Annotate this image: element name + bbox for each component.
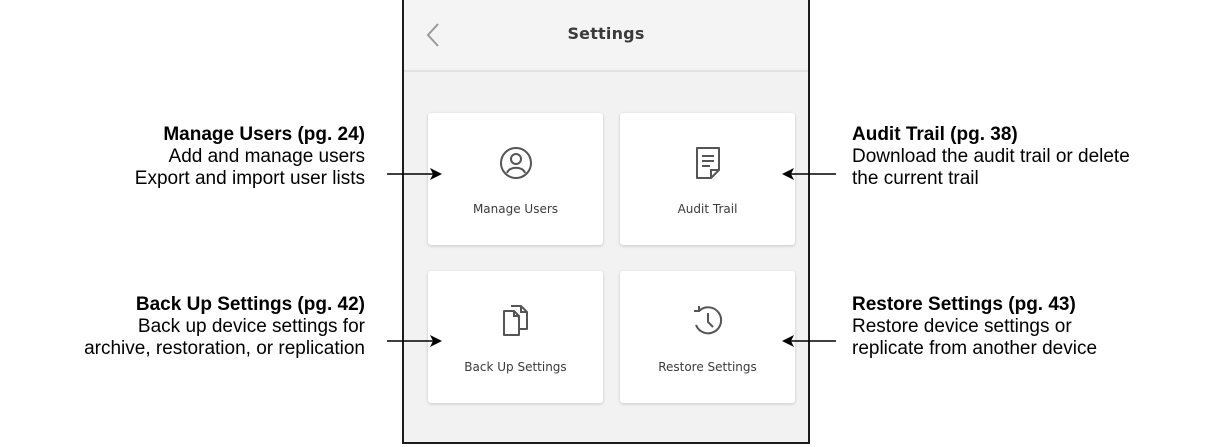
annotation-line: Download the audit trail or delete [852,146,1130,167]
audit-trail-label: Audit Trail [677,202,738,216]
audit-trail-tile[interactable]: Audit Trail [620,113,795,245]
arrow-left-icon [782,335,836,347]
annotation-line: replicate from another device [852,338,1098,359]
manage-users-annotation: Manage Users (pg. 24) Add and manage use… [135,124,365,190]
annotation-line: the current trail [852,168,979,189]
back-up-settings-annotation: Back Up Settings (pg. 42) Back up device… [84,294,365,360]
copy-files-icon [428,301,603,341]
restore-settings-annotation: Restore Settings (pg. 43) Restore device… [852,294,1097,360]
settings-screen: Settings Manage Users Audit Trail Back U… [402,0,810,444]
arrow-right-icon [387,168,442,180]
audit-trail-annotation: Audit Trail (pg. 38) Download the audit … [852,124,1130,190]
settings-header: Settings [404,0,808,72]
annotation-line: Restore device settings or [852,316,1072,337]
back-up-settings-label: Back Up Settings [464,360,567,374]
arrow-right-icon [387,335,442,347]
annotation-title: Manage Users (pg. 24) [163,124,365,145]
annotation-title: Audit Trail (pg. 38) [852,124,1018,145]
manage-users-label: Manage Users [472,202,559,216]
annotation-line: archive, restoration, or replication [84,338,365,359]
annotation-title: Back Up Settings (pg. 42) [135,294,365,315]
back-up-settings-tile[interactable]: Back Up Settings [428,271,603,403]
restore-settings-tile[interactable]: Restore Settings [620,271,795,403]
annotation-line: Add and manage users [168,146,365,167]
annotation-line: Export and import user lists [134,168,365,189]
annotation-title: Restore Settings (pg. 43) [852,294,1076,315]
arrow-left-icon [782,168,836,180]
history-icon [620,301,795,341]
document-icon [620,143,795,183]
annotation-line: Back up device settings for [137,316,365,337]
page-title: Settings [567,24,645,43]
restore-settings-label: Restore Settings [658,360,757,374]
manage-users-tile[interactable]: Manage Users [428,113,603,245]
user-circle-icon [428,143,603,183]
